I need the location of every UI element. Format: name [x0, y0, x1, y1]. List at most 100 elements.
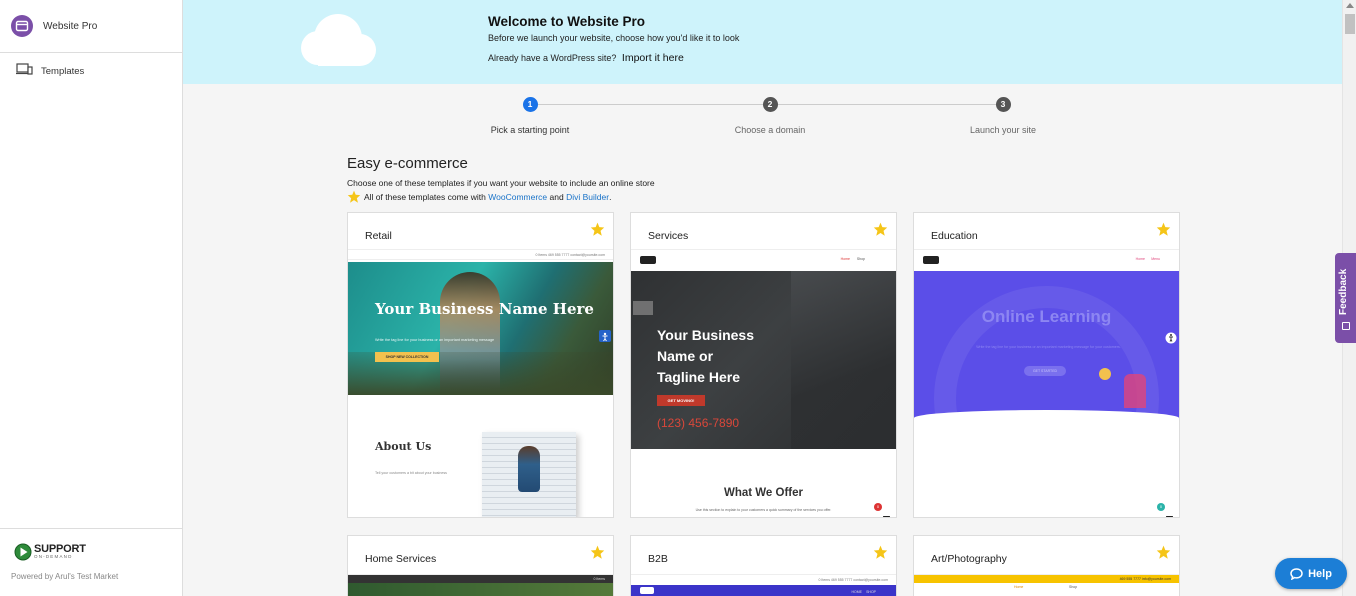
sidebar: Website Pro Templates SUPPORT ON-DEMAND …: [0, 0, 183, 596]
preview-nav-menu: Menu: [1151, 257, 1160, 261]
help-button[interactable]: Help: [1275, 558, 1347, 589]
template-card-education[interactable]: Education Home Menu Online Learning Writ…: [913, 212, 1180, 518]
preview-nav-shop: SHOP: [866, 590, 876, 594]
accessibility-icon: [599, 330, 611, 342]
preview-hero-button: SHOP NEW COLLECTION: [375, 352, 439, 362]
preview-logo: [640, 587, 654, 594]
preview-hero-headline: Online Learning: [981, 307, 1112, 326]
note-prefix: All of these templates come with: [364, 191, 486, 202]
feedback-tab[interactable]: Feedback: [1335, 253, 1356, 343]
preview-hero-tagline: Write the tag line for your business or …: [375, 338, 495, 342]
help-label: Help: [1308, 567, 1332, 580]
template-preview: 0 Items 469 555 7777 contact@yoursite.co…: [631, 574, 896, 596]
step-pick-starting-point: 1 Pick a starting point: [460, 97, 600, 135]
support-on-demand-logo: SUPPORT ON-DEMAND: [14, 543, 183, 561]
house-icon: [1124, 374, 1146, 408]
preview-nav-shop: Shop: [856, 257, 865, 261]
feedback-icon: [1342, 322, 1350, 330]
preview-topbar: 0 Items 469 555 7777 contact@yoursite.co…: [631, 575, 896, 585]
star-icon: [873, 545, 888, 559]
note-and: and: [549, 191, 564, 202]
preview-hero: Online Learning Write the tag line for y…: [914, 271, 1179, 418]
template-card-services[interactable]: Services Home Shop Your Business Name or…: [630, 212, 897, 518]
step-choose-domain: 2 Choose a domain: [700, 97, 840, 135]
preview-offer-title: What We Offer: [723, 487, 803, 499]
note-suffix: .: [609, 191, 612, 202]
step-label: Choose a domain: [734, 125, 806, 135]
feedback-label: Feedback: [1338, 268, 1349, 315]
preview-topbar: 0 Items: [348, 575, 613, 583]
scroll-thumb[interactable]: [1345, 14, 1355, 34]
sidebar-brand[interactable]: Website Pro: [0, 0, 182, 53]
banner-subtitle: Before we launch your website, choose ho…: [488, 33, 740, 43]
step-number: 1: [522, 97, 538, 112]
step-number: 3: [995, 97, 1011, 112]
template-preview: Home Menu Online Learning Write the tag …: [914, 249, 1179, 517]
cart-icon: [882, 509, 891, 517]
logo-sub-text: ON-DEMAND: [34, 554, 73, 560]
preview-hero-headline: Your Business Name Here: [375, 300, 594, 318]
step-label: Launch your site: [969, 125, 1037, 135]
template-card-art-photography[interactable]: Art/Photography 469 555 7777 info@yoursi…: [913, 535, 1180, 596]
setup-stepper: 1 Pick a starting point 2 Choose a domai…: [183, 84, 1342, 144]
sidebar-item-templates[interactable]: Templates: [0, 53, 182, 89]
preview-hero-tagline: Write the tag line for your business or …: [976, 345, 1121, 349]
preview-topbar: 0 Items 469 555 7777 contact@yoursite.co…: [348, 250, 613, 260]
preview-about-image: [482, 432, 576, 517]
section-description: Choose one of these templates if you wan…: [347, 178, 655, 188]
cart-badge: 0: [1157, 503, 1165, 511]
preview-nav-home: HOME: [851, 590, 863, 594]
preview-phone: (123) 456-7890: [657, 416, 740, 430]
preview-logo: [923, 256, 939, 264]
powered-by-text: Powered by Arul's Test Market: [11, 572, 119, 581]
devices-icon: [16, 62, 33, 80]
preview-about-title: About Us: [375, 440, 432, 453]
template-preview: 0 Items 469 555 7777 contact@yoursite.co…: [348, 249, 613, 517]
welcome-banner: Welcome to Website Pro Before we launch …: [183, 0, 1342, 84]
template-preview: Home Shop Your Business Name or Tagline …: [631, 249, 896, 517]
preview-logo: [640, 256, 656, 264]
template-card-retail[interactable]: Retail 0 Items 469 555 7777 contact@your…: [347, 212, 614, 518]
template-title: Home Services: [365, 553, 437, 565]
woocommerce-link[interactable]: WooCommerce: [488, 192, 547, 202]
wordpress-question: Already have a WordPress site?: [488, 53, 617, 63]
preview-hero-line1: Your Business: [657, 327, 754, 343]
cloud-icon: [301, 14, 376, 66]
preview-hero-line3: Tagline Here: [657, 369, 740, 385]
template-preview: 469 555 7777 info@yoursite.com Home Shop: [914, 574, 1179, 596]
scroll-up-arrow-icon[interactable]: [1346, 3, 1354, 8]
star-icon: [1156, 545, 1171, 559]
preview-nav-shop: Shop: [1069, 585, 1078, 589]
preview-hero-line2: Name or: [657, 348, 714, 364]
sidebar-item-label: Templates: [41, 65, 85, 77]
section-note: All of these templates come with WooComm…: [347, 190, 611, 203]
preview-offer-text: Use this section to explain to your cust…: [695, 508, 832, 512]
template-card-b2b[interactable]: B2B 0 Items 469 555 7777 contact@yoursit…: [630, 535, 897, 596]
star-icon: [590, 222, 605, 236]
cart-badge: 0: [874, 503, 882, 511]
preview-hero: Your Business Name or Tagline Here GET M…: [631, 271, 896, 449]
wordpress-import-row: Already have a WordPress site? Import it…: [488, 52, 684, 64]
section-title: Easy e-commerce: [347, 155, 468, 172]
preview-hero: Your Business Name Here Write the tag li…: [348, 262, 613, 395]
preview-nav-home: Home: [1014, 585, 1024, 589]
star-icon: [347, 190, 361, 203]
import-link[interactable]: Import it here: [622, 52, 684, 64]
template-title: Art/Photography: [931, 553, 1007, 565]
sidebar-brand-label: Website Pro: [43, 20, 98, 32]
banner-title: Welcome to Website Pro: [488, 14, 646, 29]
step-number: 2: [762, 97, 778, 112]
template-title: B2B: [648, 553, 668, 565]
cart-icon: [1165, 509, 1174, 517]
preview-snow: [914, 410, 1179, 517]
chat-bubble-icon: [1290, 567, 1303, 580]
star-icon: [1156, 222, 1171, 236]
template-card-home-services[interactable]: Home Services 0 Items: [347, 535, 614, 596]
sun-icon: [1099, 368, 1111, 380]
template-preview: 0 Items: [348, 574, 613, 596]
divi-builder-link[interactable]: Divi Builder: [566, 192, 609, 202]
star-icon: [590, 545, 605, 559]
accessibility-icon: [1165, 331, 1177, 349]
preview-nav-home: Home: [1135, 257, 1145, 261]
preview-nav-home: Home: [840, 257, 850, 261]
